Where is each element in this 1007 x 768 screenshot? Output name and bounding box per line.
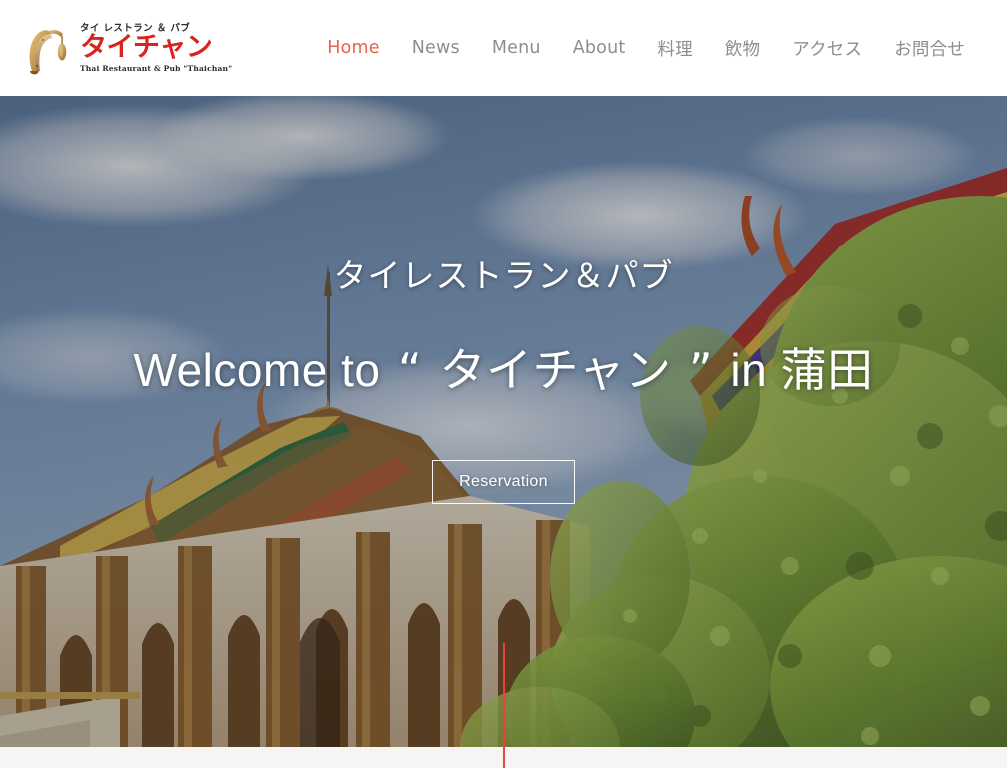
nav-item-menu[interactable]: Menu <box>476 38 557 58</box>
nav-item-access[interactable]: アクセス <box>776 36 878 61</box>
brand-name-kana: タイチャン <box>80 32 213 64</box>
nav-item-ryori[interactable]: 料理 <box>641 36 708 61</box>
hero-title-quote-close: ” <box>688 343 714 398</box>
nav-item-about[interactable]: About <box>557 38 642 58</box>
hero-title: Welcome to “ タイチャン ” in 蒲田 <box>134 344 874 397</box>
hero-title-in: in <box>730 344 768 397</box>
brand-text: タイ レストラン ＆ パブ タイチャン Thai Restaurant & Pu… <box>80 24 232 72</box>
nav-item-nomimono[interactable]: 飲物 <box>709 36 776 61</box>
main-navigation: Home News Menu About 料理 飲物 アクセス お問合せ <box>311 36 981 61</box>
hero-subtitle: タイレストラン＆パブ <box>333 256 674 295</box>
nav-item-contact[interactable]: お問合せ <box>878 36 981 61</box>
thai-instrument-icon <box>25 21 71 75</box>
hero-title-welcome: Welcome to <box>133 344 381 397</box>
site-header: タイ レストラン ＆ パブ タイチャン Thai Restaurant & Pu… <box>0 0 1007 96</box>
hero-title-place: 蒲田 <box>780 343 874 398</box>
hero-title-brand: タイチャン <box>439 343 672 398</box>
brand-name-roman: Thai Restaurant & Pub "Thaichan" <box>80 63 233 73</box>
brand-logo[interactable]: タイ レストラン ＆ パブ タイチャン Thai Restaurant & Pu… <box>25 21 232 75</box>
hero-title-quote-open: “ <box>397 343 423 398</box>
nav-item-news[interactable]: News <box>396 38 476 58</box>
reservation-button[interactable]: Reservation <box>432 460 575 505</box>
nav-item-home[interactable]: Home <box>311 38 395 58</box>
scroll-indicator-rule <box>503 643 505 768</box>
